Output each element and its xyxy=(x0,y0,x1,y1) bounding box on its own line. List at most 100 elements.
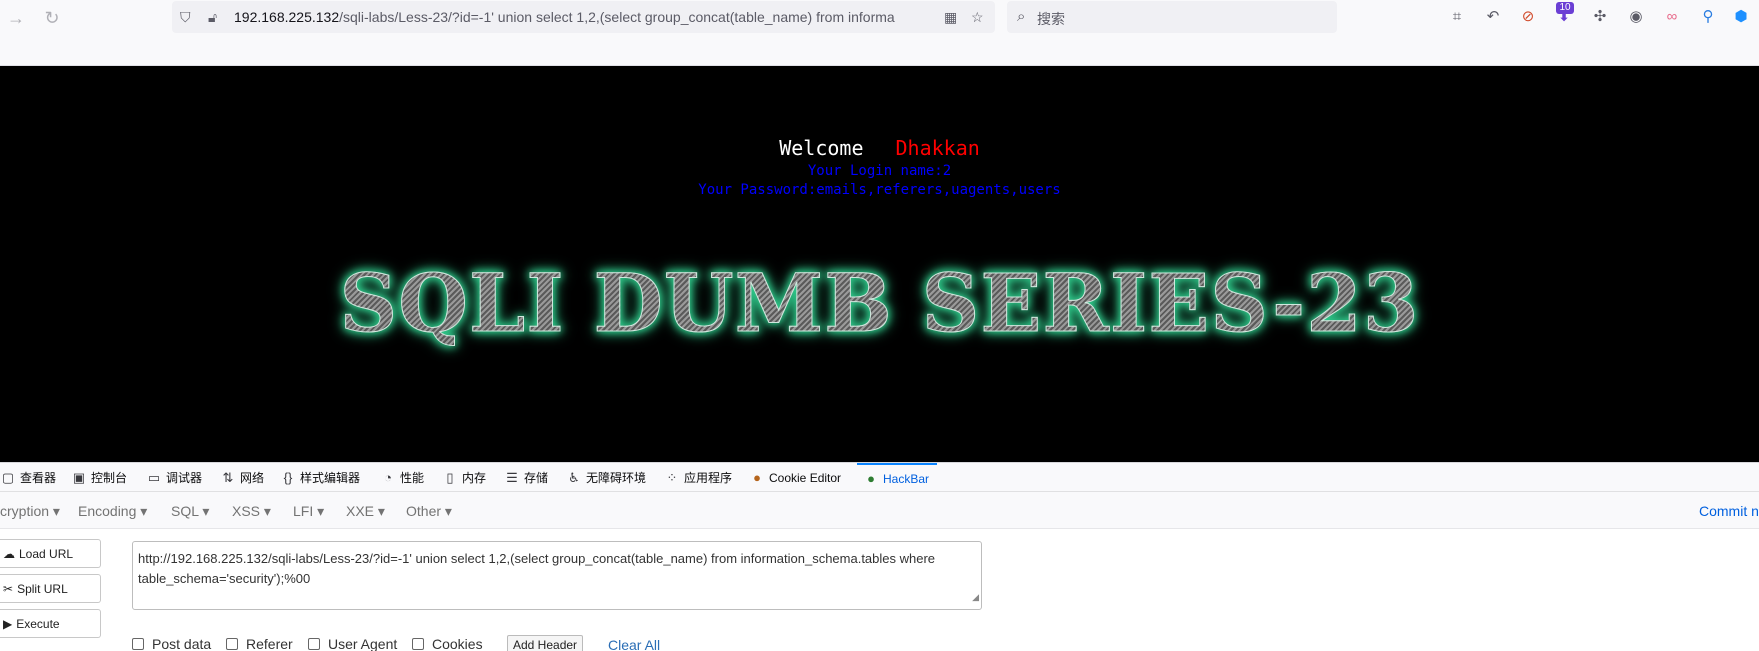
menu-xss[interactable]: XSS ▾ xyxy=(232,503,271,520)
user-agent-checkbox[interactable] xyxy=(308,638,320,650)
reload-icon[interactable]: ↻ xyxy=(40,6,64,30)
clear-all-link[interactable]: Clear All xyxy=(608,637,660,651)
url-path: /sqli-labs/Less-23/?id=-1' union select … xyxy=(339,9,895,25)
series-banner: SQLI DUMB SERIES-23 xyxy=(0,256,1759,351)
tab-label: 调试器 xyxy=(166,471,203,485)
accessibility-icon: ♿︎ xyxy=(568,469,580,485)
option-label: Post data xyxy=(152,636,212,651)
tab-accessibility[interactable]: ♿︎ 无障碍环境 xyxy=(566,463,646,492)
cookies-checkbox[interactable] xyxy=(412,638,424,650)
tab-console[interactable]: ▣ 控制台 xyxy=(71,463,127,492)
tab-storage[interactable]: ☰ 存储 xyxy=(504,463,548,492)
menu-sql[interactable]: SQL ▾ xyxy=(171,503,209,520)
password-text: Your Password:emails,referers,uagents,us… xyxy=(698,182,1061,198)
referer-option[interactable]: Referer xyxy=(226,636,293,651)
url-host: 192.168.225.132 xyxy=(234,9,340,25)
tab-performance[interactable]: ◔ 性能 xyxy=(380,463,424,492)
hackbar-menu: cryption ▾ Encoding ▾ SQL ▾ XSS ▾ LFI ▾ … xyxy=(0,492,1759,529)
tab-debugger[interactable]: ▭ 调试器 xyxy=(146,463,202,492)
application-icon: ⁘ xyxy=(666,469,678,485)
url-text[interactable]: 192.168.225.132/sqli-labs/Less-23/?id=-1… xyxy=(234,9,904,25)
tab-label: 无障碍环境 xyxy=(586,471,647,485)
shield-icon[interactable]: ⛉ xyxy=(180,9,191,26)
commit-link[interactable]: Commit n xyxy=(1699,503,1759,519)
cookie-icon: ● xyxy=(753,470,761,485)
tab-network[interactable]: ⇅ 网络 xyxy=(220,463,264,492)
search-placeholder: 搜索 xyxy=(1037,11,1065,27)
welcome-line: Welcome Dhakkan xyxy=(0,136,1759,160)
browser-toolbar: → ↻ ⛉ 🔓︎ 192.168.225.132/sqli-labs/Less-… xyxy=(0,0,1759,66)
button-label: Execute xyxy=(16,616,60,631)
pin-extension-icon[interactable]: ⚲ xyxy=(1697,6,1719,28)
split-url-button[interactable]: ✂ Split URL xyxy=(0,574,101,603)
menu-xxe[interactable]: XXE ▾ xyxy=(346,503,385,520)
option-label: Cookies xyxy=(432,636,483,651)
add-header-button[interactable]: Add Header xyxy=(507,635,584,651)
tab-label: 查看器 xyxy=(20,471,57,485)
cookies-option[interactable]: Cookies xyxy=(412,636,483,651)
play-icon: ▶ xyxy=(3,616,13,631)
execute-button[interactable]: ▶ Execute xyxy=(0,609,101,638)
url-value: http://192.168.225.132/sqli-labs/Less-23… xyxy=(138,551,936,586)
button-label: Load URL xyxy=(19,546,74,561)
browser-window: → ↻ ⛉ 🔓︎ 192.168.225.132/sqli-labs/Less-… xyxy=(0,0,1759,651)
tab-label: 样式编辑器 xyxy=(300,471,361,485)
tab-label: 存储 xyxy=(524,471,549,485)
network-icon: ⇅ xyxy=(222,469,234,485)
tab-application[interactable]: ⁘ 应用程序 xyxy=(664,463,732,492)
user-agent-option[interactable]: User Agent xyxy=(308,636,397,651)
tab-inspector[interactable]: ▢ 查看器 xyxy=(0,463,56,492)
url-textarea[interactable]: http://192.168.225.132/sqli-labs/Less-23… xyxy=(132,541,982,610)
scissors-icon: ✂ xyxy=(3,581,14,596)
console-icon: ▣ xyxy=(72,469,86,485)
search-bar[interactable]: ⌕ 搜索 xyxy=(1007,1,1337,33)
bookmark-star-icon[interactable]: ☆ xyxy=(971,9,984,26)
performance-icon: ◔ xyxy=(384,470,392,485)
tab-label: 应用程序 xyxy=(684,471,733,485)
post-data-checkbox[interactable] xyxy=(132,638,144,650)
tab-label: 网络 xyxy=(240,471,265,485)
puzzle-extension-icon[interactable]: ✣ xyxy=(1589,6,1611,28)
debugger-icon: ▭ xyxy=(147,469,161,485)
web-page: Welcome Dhakkan Your Login name:2 Your Pa… xyxy=(0,66,1759,462)
extension-badge: 10 xyxy=(1556,2,1574,14)
tab-style-editor[interactable]: {} 样式编辑器 xyxy=(280,463,360,492)
tab-label: 控制台 xyxy=(91,471,128,485)
cookie-extension-icon[interactable]: ◉ xyxy=(1625,6,1647,28)
cube-extension-icon[interactable]: ⬢ xyxy=(1730,6,1752,28)
screenshot-crop-icon[interactable]: ⌗ xyxy=(1446,6,1468,28)
resize-handle-icon[interactable]: ◢ xyxy=(972,587,979,607)
tab-label: Cookie Editor xyxy=(769,470,842,485)
load-url-button[interactable]: ☁ Load URL xyxy=(0,539,101,568)
option-label: User Agent xyxy=(328,636,398,651)
memory-icon: ▯ xyxy=(446,469,454,485)
cloud-download-icon: ☁ xyxy=(3,546,15,561)
hackbar-icon: ● xyxy=(867,471,875,486)
qr-code-icon[interactable]: ▦ xyxy=(944,9,957,26)
link-extension-icon[interactable]: ∞ xyxy=(1661,6,1683,28)
menu-encryption[interactable]: cryption ▾ xyxy=(0,503,60,520)
forward-icon[interactable]: → xyxy=(4,6,28,30)
hackbar-panel: ☁ Load URL ✂ Split URL ▶ Execute http://192… xyxy=(0,529,1759,651)
user-name: Dhakkan xyxy=(895,136,980,160)
tab-cookie-editor[interactable]: ● Cookie Editor xyxy=(749,463,841,492)
devtools-tabbar: ▢ 查看器 ▣ 控制台 ▭ 调试器 ⇅ 网络 {} 样式编辑器 ◔ 性能 ▯ 内存 ☰ 存储 ♿… xyxy=(0,462,1759,492)
tab-label: HackBar xyxy=(883,471,930,486)
tab-label: 内存 xyxy=(462,471,487,485)
menu-lfi[interactable]: LFI ▾ xyxy=(293,503,324,520)
button-label: Split URL xyxy=(17,581,68,596)
tab-hackbar[interactable]: ● HackBar xyxy=(857,463,938,492)
menu-encoding[interactable]: Encoding ▾ xyxy=(78,503,147,520)
undo-icon[interactable]: ↶ xyxy=(1482,6,1504,28)
menu-other[interactable]: Other ▾ xyxy=(406,503,452,520)
referer-checkbox[interactable] xyxy=(226,638,238,650)
style-editor-icon: {} xyxy=(283,470,293,485)
tab-memory[interactable]: ▯ 内存 xyxy=(442,463,486,492)
inspector-icon: ▢ xyxy=(1,469,15,485)
insecure-lock-icon[interactable]: 🔓︎ xyxy=(208,9,217,26)
address-bar[interactable]: ⛉ 🔓︎ 192.168.225.132/sqli-labs/Less-23/?… xyxy=(172,1,995,33)
post-data-option[interactable]: Post data xyxy=(132,636,211,651)
blocker-extension-icon[interactable]: ⊘ xyxy=(1517,6,1539,28)
search-icon: ⌕ xyxy=(1017,8,1026,25)
login-name-text: Your Login name:2 xyxy=(807,163,952,179)
